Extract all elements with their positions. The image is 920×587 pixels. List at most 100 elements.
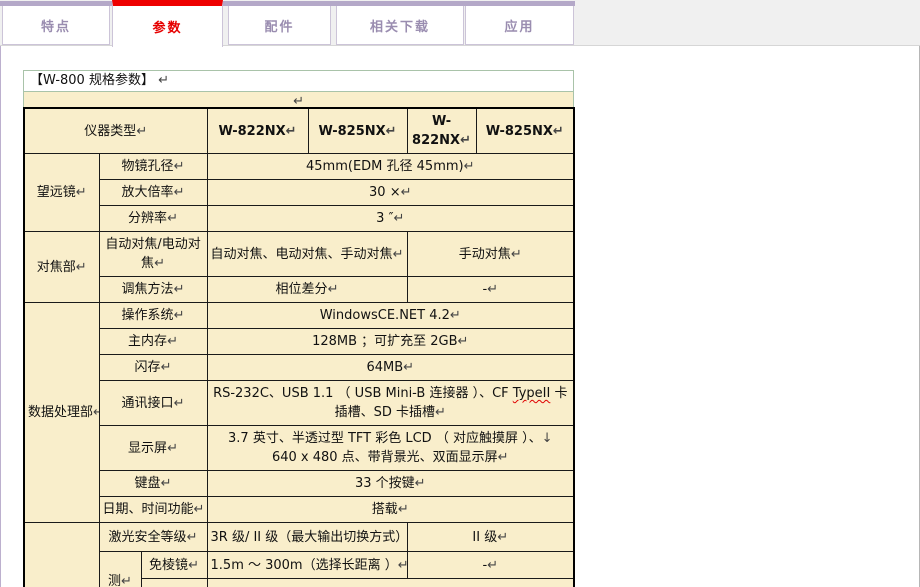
return-mark: ↵ bbox=[188, 558, 199, 573]
row-label: 小棱镜↵ bbox=[141, 579, 207, 587]
return-mark: ↵ bbox=[497, 530, 508, 545]
table-row: 调焦方法↵相位差分↵-↵ bbox=[24, 277, 574, 303]
subsection-label: 测↵ bbox=[99, 552, 141, 587]
table-row: 分辨率↵3 ″↵ bbox=[24, 206, 574, 232]
table-cell: 33 个按键↵ bbox=[207, 471, 574, 497]
table-cell: 45mm(EDM 孔径 45mm)↵ bbox=[207, 154, 574, 180]
row-label: 日期、时间功能↵ bbox=[99, 497, 207, 523]
tab-features[interactable]: 特点 bbox=[2, 6, 110, 45]
table-cell: 手动对焦↵ bbox=[407, 232, 574, 277]
return-mark: ↵ bbox=[93, 405, 99, 420]
table-row: 测↵免棱镜↵1.5m ～ 300m（选择长距离 ）↵-↵ bbox=[24, 552, 574, 579]
return-mark: ↵ bbox=[174, 159, 185, 174]
row-label: 调焦方法↵ bbox=[99, 277, 207, 303]
tab-bar: 特点参数配件相关下载应用 bbox=[0, 0, 920, 46]
row-label: 放大倍率↵ bbox=[99, 180, 207, 206]
table-row: 数据处理部↵操作系统↵WindowsCE.NET 4.2↵ bbox=[24, 303, 574, 329]
row-label: 自动对焦/电动对焦↵ bbox=[99, 232, 207, 277]
row-label: 主内存↵ bbox=[99, 329, 207, 355]
return-mark: ↵ bbox=[403, 360, 414, 375]
return-mark: ↵ bbox=[167, 441, 178, 456]
return-mark: ↵ bbox=[386, 124, 397, 139]
return-mark: ↵ bbox=[553, 124, 564, 139]
tab-parameters[interactable]: 参数 bbox=[112, 0, 223, 47]
page: 特点参数配件相关下载应用 【W-800 规格参数】 ↵↵ 仪器类型↵W-822N… bbox=[0, 0, 920, 587]
return-mark: ↵ bbox=[487, 282, 498, 297]
return-mark: ↵ bbox=[458, 334, 469, 349]
return-mark: ↵ bbox=[487, 558, 498, 573]
table-row: 激光安全等级↵3R 级/ II 级（最大输出切换方式）↵II 级↵ bbox=[24, 523, 574, 552]
table-row: 闪存↵64MB↵ bbox=[24, 355, 574, 381]
return-mark: ↓ bbox=[542, 431, 553, 446]
return-mark: ↵ bbox=[167, 334, 178, 349]
return-mark: ↵ bbox=[174, 185, 185, 200]
tab-applications[interactable]: 应用 bbox=[465, 6, 574, 45]
row-label: 通讯接口↵ bbox=[99, 381, 207, 426]
return-mark: ↵ bbox=[161, 360, 172, 375]
row-label: 物镜孔径↵ bbox=[99, 154, 207, 180]
return-mark: ↵ bbox=[460, 133, 471, 148]
return-mark: ↵ bbox=[435, 405, 446, 420]
return-mark: ↵ bbox=[398, 502, 409, 517]
content-area: 【W-800 规格参数】 ↵↵ 仪器类型↵W-822NX↵W-825NX↵W-8… bbox=[0, 46, 920, 587]
return-mark: ↵ bbox=[174, 308, 185, 323]
return-mark: ↵ bbox=[286, 124, 297, 139]
table-row: 对焦部↵自动对焦/电动对焦↵自动对焦、电动对焦、手动对焦↵手动对焦↵ bbox=[24, 232, 574, 277]
tab-accessories[interactable]: 配件 bbox=[228, 6, 331, 45]
return-mark: ↵ bbox=[450, 308, 461, 323]
table-cell: RS-232C、USB 1.1 （ USB Mini-B 连接器 ）、CF Ty… bbox=[207, 381, 574, 426]
return-mark: ↵ bbox=[136, 124, 147, 139]
return-mark: ↵ bbox=[158, 73, 169, 88]
model-row: 仪器类型↵W-822NX↵W-825NX↵W-822NX↵W-825NX↵ bbox=[24, 108, 574, 154]
section-label: 望远镜↵ bbox=[24, 154, 99, 232]
spec-table: 仪器类型↵W-822NX↵W-825NX↵W-822NX↵W-825NX↵望远镜… bbox=[23, 107, 575, 587]
table-cell: 64MB↵ bbox=[207, 355, 574, 381]
section-label: 对焦部↵ bbox=[24, 232, 99, 303]
table-cell: -↵ bbox=[407, 552, 574, 579]
table-cell: 自动对焦、电动对焦、手动对焦↵ bbox=[207, 232, 407, 277]
return-mark: ↵ bbox=[328, 282, 339, 297]
section-label: 数据处理部↵ bbox=[24, 303, 99, 523]
table-row: 键盘↵33 个按键↵ bbox=[24, 471, 574, 497]
return-mark: ↵ bbox=[398, 558, 407, 573]
table-cell: -↵ bbox=[407, 277, 574, 303]
table-row: 通讯接口↵RS-232C、USB 1.1 （ USB Mini-B 连接器 ）、… bbox=[24, 381, 574, 426]
return-mark: ↵ bbox=[194, 502, 205, 517]
table-cell: 1.5m ～ 1100m （ 1600m ） 注（1）↵ bbox=[207, 579, 574, 587]
return-mark: ↵ bbox=[121, 574, 132, 587]
row-label: 仪器类型↵ bbox=[24, 108, 207, 154]
model-name: W-822NX↵ bbox=[407, 108, 476, 154]
table-row: 日期、时间功能↵搭载↵ bbox=[24, 497, 574, 523]
row-label: 操作系统↵ bbox=[99, 303, 207, 329]
table-title-row: 【W-800 规格参数】 ↵ bbox=[24, 71, 574, 92]
table-cell: 30 ×↵ bbox=[207, 180, 574, 206]
spellcheck-underline: TypeII bbox=[513, 386, 551, 401]
return-mark: ↵ bbox=[393, 247, 404, 262]
return-mark: ↵ bbox=[393, 211, 404, 226]
return-mark: ↵ bbox=[154, 256, 165, 271]
table-row: 放大倍率↵30 ×↵ bbox=[24, 180, 574, 206]
table-cell: 128MB ；可扩充至 2GB↵ bbox=[207, 329, 574, 355]
tab-downloads[interactable]: 相关下载 bbox=[336, 6, 464, 45]
table-cell: 3.7 英寸、半透过型 TFT 彩色 LCD （ 对应触摸屏 ）、↓640 x … bbox=[207, 426, 574, 471]
return-mark: ↵ bbox=[464, 159, 475, 174]
return-mark: ↵ bbox=[401, 185, 412, 200]
return-mark: ↵ bbox=[174, 396, 185, 411]
table-row: 主内存↵128MB ；可扩充至 2GB↵ bbox=[24, 329, 574, 355]
table-cell: II 级↵ bbox=[407, 523, 574, 552]
model-name: W-825NX↵ bbox=[308, 108, 407, 154]
row-label: 激光安全等级↵ bbox=[99, 523, 207, 552]
return-mark: ↵ bbox=[161, 476, 172, 491]
model-name: W-822NX↵ bbox=[207, 108, 308, 154]
return-mark: ↵ bbox=[167, 211, 178, 226]
table-cell: 3R 级/ II 级（最大输出切换方式）↵ bbox=[207, 523, 407, 552]
table-cell: 3 ″↵ bbox=[207, 206, 574, 232]
return-mark: ↵ bbox=[76, 260, 87, 275]
return-mark: ↵ bbox=[174, 282, 185, 297]
table-title: 【W-800 规格参数】 ↵ bbox=[24, 71, 574, 92]
section-label bbox=[24, 523, 99, 587]
table-cell: 1.5m ～ 300m（选择长距离 ）↵ bbox=[207, 552, 407, 579]
row-label: 免棱镜↵ bbox=[141, 552, 207, 579]
row-label: 键盘↵ bbox=[99, 471, 207, 497]
row-label: 闪存↵ bbox=[99, 355, 207, 381]
